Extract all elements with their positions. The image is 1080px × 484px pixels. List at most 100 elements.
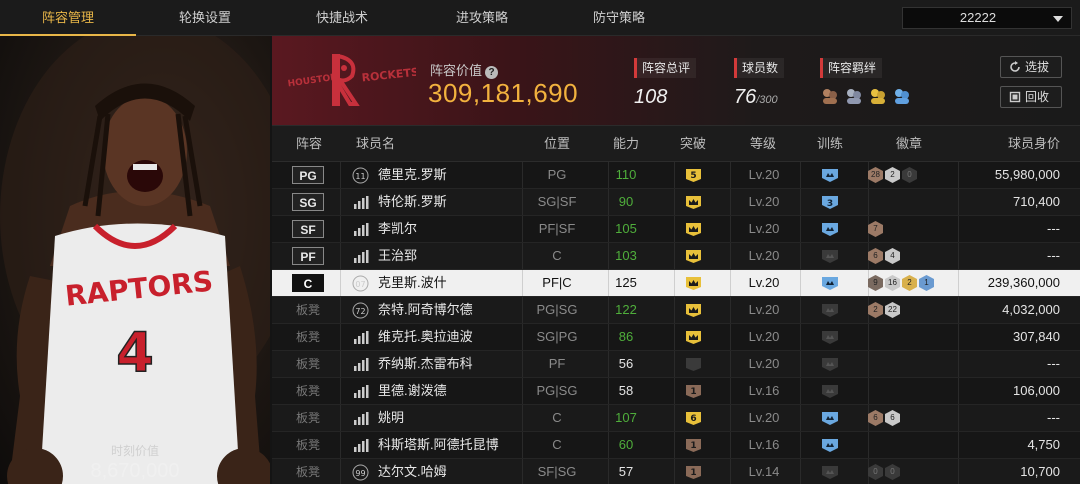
badge-icon[interactable]: 9 — [868, 275, 883, 291]
table-row[interactable]: 板凳 乔纳斯.杰雷布科 PF 56 Lv.20 --- — [272, 351, 1080, 378]
table-row[interactable]: SF 李凯尔 PF|SF 105 Lv.20 7 --- — [272, 216, 1080, 243]
bond-silver-icon[interactable] — [844, 86, 864, 106]
training-icon[interactable] — [821, 384, 839, 399]
breakthrough-icon[interactable] — [685, 276, 702, 291]
player-name[interactable]: 科斯塔斯.阿德托昆博 — [378, 432, 499, 458]
player-name[interactable]: 克里斯.波什 — [378, 270, 447, 296]
player-name[interactable]: 里德.谢泼德 — [378, 378, 447, 404]
player-name[interactable]: 王治郅 — [378, 243, 417, 269]
badge-icon[interactable]: 2 — [902, 275, 917, 291]
training-icon[interactable] — [821, 357, 839, 372]
breakthrough-icon[interactable]: 6 — [685, 411, 702, 426]
bench-label[interactable]: 板凳 — [296, 432, 320, 458]
player-level: Lv.16 — [748, 437, 780, 452]
tab-defense-strategy[interactable]: 防守策略 — [551, 0, 687, 36]
badge-icon[interactable]: 2 — [868, 302, 883, 318]
select-button[interactable]: 选拔 — [1000, 56, 1062, 78]
lineup-slot-tag[interactable]: C — [292, 274, 324, 292]
player-name[interactable]: 特伦斯.罗斯 — [378, 189, 447, 215]
tab-rotation-settings[interactable]: 轮换设置 — [137, 0, 273, 36]
badge-icon[interactable]: 0 — [885, 464, 900, 480]
training-icon[interactable] — [821, 249, 839, 264]
breakthrough-icon[interactable]: 5 — [685, 168, 702, 183]
player-name[interactable]: 达尔文.哈姆 — [378, 459, 447, 484]
badge-icon[interactable]: 0 — [868, 464, 883, 480]
training-icon[interactable] — [821, 465, 839, 480]
header-lineup[interactable]: 阵容 — [296, 126, 322, 162]
table-row[interactable]: 板凳 99 达尔文.哈姆 SF|SG 57 1 Lv.14 0 0 10,700 — [272, 459, 1080, 484]
badge-icon[interactable]: 6 — [868, 248, 883, 264]
training-icon[interactable]: 3 — [821, 195, 839, 210]
badge-icon[interactable]: 1 — [919, 275, 934, 291]
tab-lineup-management[interactable]: 阵容管理 — [0, 0, 136, 36]
breakthrough-icon[interactable]: 1 — [685, 384, 702, 399]
table-row[interactable]: SG 特伦斯.罗斯 SG|SF 90 Lv.20 3 710,400 — [272, 189, 1080, 216]
bond-bronze-icon[interactable] — [820, 86, 840, 106]
training-icon[interactable] — [821, 438, 839, 453]
lineup-slot-tag[interactable]: PF — [292, 247, 324, 265]
breakthrough-icon[interactable]: 1 — [685, 465, 702, 480]
badge-icon[interactable]: 16 — [885, 275, 900, 291]
breakthrough-icon[interactable]: 1 — [685, 438, 702, 453]
header-training[interactable]: 训练 — [817, 126, 843, 162]
badge-icon[interactable]: 4 — [885, 248, 900, 264]
header-badges[interactable]: 徽章 — [896, 126, 922, 162]
header-level[interactable]: 等级 — [750, 126, 776, 162]
player-name[interactable]: 维克托.奥拉迪波 — [378, 324, 473, 350]
training-icon[interactable] — [821, 411, 839, 426]
table-row[interactable]: 板凳 72 奈特.阿奇博尔德 PG|SG 122 Lv.20 2 22 4,032,000 — [272, 297, 1080, 324]
badge-icon[interactable]: 6 — [885, 410, 900, 426]
bench-label[interactable]: 板凳 — [296, 459, 320, 484]
header-breakthrough[interactable]: 突破 — [680, 126, 706, 162]
breakthrough-icon[interactable] — [685, 303, 702, 318]
recycle-button[interactable]: 回收 — [1000, 86, 1062, 108]
training-icon[interactable] — [821, 222, 839, 237]
badge-icon[interactable]: 0 — [902, 167, 917, 183]
badge-icon[interactable]: 28 — [868, 167, 883, 183]
table-row[interactable]: C 07 克里斯.波什 PF|C 125 Lv.20 9 16 2 1 239,360,000 — [272, 270, 1080, 297]
breakthrough-icon[interactable] — [685, 357, 702, 372]
tab-quick-tactics[interactable]: 快捷战术 — [274, 0, 410, 36]
table-row[interactable]: 板凳 里德.谢泼德 PG|SG 58 1 Lv.16 106,000 — [272, 378, 1080, 405]
lineup-slot-tag[interactable]: PG — [292, 166, 324, 184]
bond-blue-icon[interactable] — [892, 86, 912, 106]
lineup-slot-tag[interactable]: SG — [292, 193, 324, 211]
breakthrough-icon[interactable] — [685, 249, 702, 264]
training-icon[interactable] — [821, 276, 839, 291]
table-row[interactable]: PG 11 德里克.罗斯 PG 110 5 Lv.20 28 2 0 55,980,000 — [272, 162, 1080, 189]
breakthrough-icon[interactable] — [685, 222, 702, 237]
breakthrough-icon[interactable] — [685, 330, 702, 345]
player-name[interactable]: 德里克.罗斯 — [378, 162, 447, 188]
training-icon[interactable] — [821, 168, 839, 183]
bond-gold-icon[interactable] — [868, 86, 888, 106]
bench-label[interactable]: 板凳 — [296, 297, 320, 323]
tab-offense-strategy[interactable]: 进攻策略 — [414, 0, 550, 36]
breakthrough-icon[interactable] — [685, 195, 702, 210]
player-name[interactable]: 李凯尔 — [378, 216, 417, 242]
bench-label[interactable]: 板凳 — [296, 378, 320, 404]
badge-icon[interactable]: 22 — [885, 302, 900, 318]
badge-icon[interactable]: 7 — [868, 221, 883, 237]
bench-label[interactable]: 板凳 — [296, 351, 320, 377]
table-row[interactable]: 板凳 科斯塔斯.阿德托昆博 C 60 1 Lv.16 4,750 — [272, 432, 1080, 459]
player-ability: 60 — [618, 437, 634, 452]
bench-label[interactable]: 板凳 — [296, 405, 320, 431]
training-icon[interactable] — [821, 303, 839, 318]
player-name[interactable]: 姚明 — [378, 405, 404, 431]
bench-label[interactable]: 板凳 — [296, 324, 320, 350]
header-ability[interactable]: 能力 — [613, 126, 639, 162]
badge-icon[interactable]: 2 — [885, 167, 900, 183]
header-name[interactable]: 球员名 — [356, 126, 395, 162]
header-value[interactable]: 球员身价 — [1008, 126, 1060, 162]
lineup-slot-tag[interactable]: SF — [292, 220, 324, 238]
table-row[interactable]: 板凳 维克托.奥拉迪波 SG|PG 86 Lv.20 307,840 — [272, 324, 1080, 351]
jersey-number-badge: 72 — [352, 302, 369, 319]
header-position[interactable]: 位置 — [544, 126, 570, 162]
training-icon[interactable] — [821, 330, 839, 345]
table-row[interactable]: 板凳 姚明 C 107 6 Lv.20 6 6 --- — [272, 405, 1080, 432]
team-select-dropdown[interactable]: 22222 — [902, 7, 1072, 29]
table-row[interactable]: PF 王治郅 C 103 Lv.20 6 4 --- — [272, 243, 1080, 270]
player-name[interactable]: 乔纳斯.杰雷布科 — [378, 351, 473, 377]
player-name[interactable]: 奈特.阿奇博尔德 — [378, 297, 473, 323]
badge-icon[interactable]: 6 — [868, 410, 883, 426]
